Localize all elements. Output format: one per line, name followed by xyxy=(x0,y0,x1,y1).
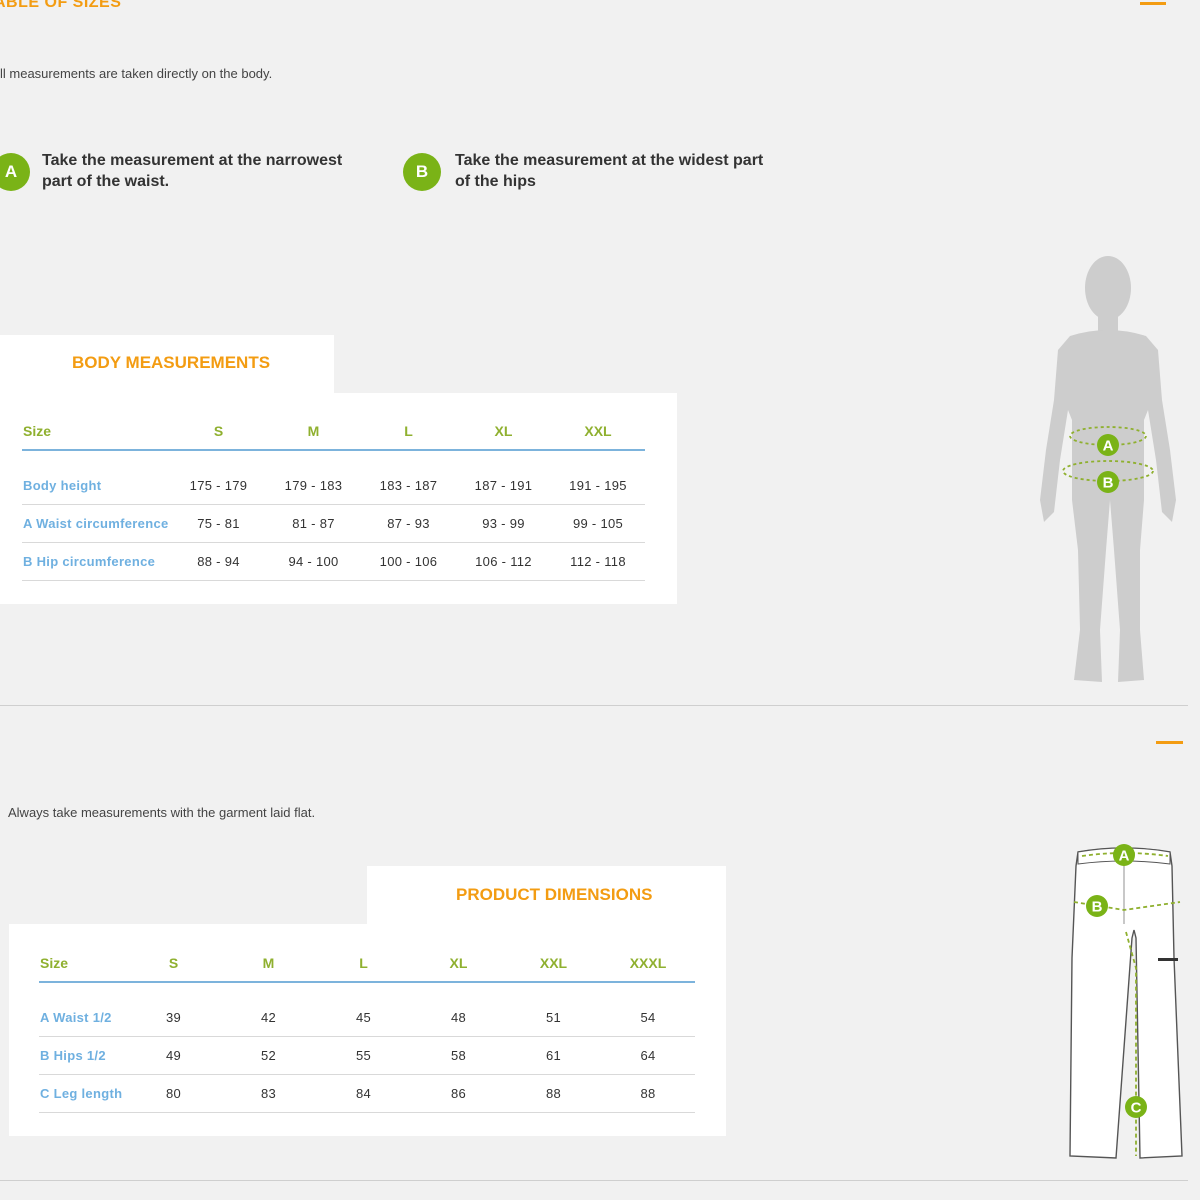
table-cell: 75 - 81 xyxy=(171,504,266,543)
instruction-b-line1: Take the measurement at the widest part xyxy=(455,152,764,169)
table-cell: 61 xyxy=(506,1036,601,1075)
marker-c-label: C xyxy=(1131,1100,1142,1117)
table-cell: 39 xyxy=(126,999,221,1037)
table-cell: 55 xyxy=(316,1036,411,1075)
table-cell: 88 xyxy=(506,1074,601,1113)
instruction-a: Take the measurement at the narrowest pa… xyxy=(42,150,342,192)
table-row: A Waist circumference 75 - 81 81 - 87 87… xyxy=(22,504,645,543)
body-note: ll measurements are taken directly on th… xyxy=(0,66,273,81)
row-label: B Hips 1/2 xyxy=(39,1036,126,1075)
product-note: Always take measurements with the garmen… xyxy=(8,805,316,820)
row-label: A Waist circumference xyxy=(22,504,171,543)
table-cell: 179 - 183 xyxy=(266,467,361,505)
body-size-table: Size S M L XL XXL Body height 175 - 179 … xyxy=(22,413,645,581)
table-cell: 86 xyxy=(411,1074,506,1113)
row-label: A Waist 1/2 xyxy=(39,999,126,1037)
header-xxxl: XXXL xyxy=(601,945,695,983)
table-cell: 99 - 105 xyxy=(551,504,645,543)
marker-b-label: B xyxy=(1092,899,1103,916)
table-cell: 93 - 99 xyxy=(456,504,551,543)
collapse-toggle-icon[interactable] xyxy=(1156,741,1183,744)
pants-figure-illustration: A B C xyxy=(1069,844,1183,1159)
badge-b: B xyxy=(403,153,441,191)
row-label: C Leg length xyxy=(39,1074,126,1113)
table-cell: 42 xyxy=(221,999,316,1037)
section-divider xyxy=(0,705,1188,706)
table-cell: 187 - 191 xyxy=(456,467,551,505)
product-size-table: Size S M L XL XXL XXXL A Waist 1/2 39 42… xyxy=(39,945,695,1113)
section-divider xyxy=(0,1180,1188,1181)
header-l: L xyxy=(361,413,456,451)
header-xl: XL xyxy=(411,945,506,983)
header-size: Size xyxy=(22,413,171,451)
table-cell: 80 xyxy=(126,1074,221,1113)
instruction-a-line1: Take the measurement at the narrowest xyxy=(42,152,343,169)
table-cell: 54 xyxy=(601,999,695,1037)
marker-a-label: A xyxy=(1119,848,1130,865)
table-row: B Hips 1/2 49 52 55 58 61 64 xyxy=(39,1036,695,1075)
table-cell: 112 - 118 xyxy=(551,542,645,581)
table-cell: 175 - 179 xyxy=(171,467,266,505)
table-cell: 81 - 87 xyxy=(266,504,361,543)
header-m: M xyxy=(221,945,316,983)
table-row: Body height 175 - 179 179 - 183 183 - 18… xyxy=(22,467,645,505)
table-cell: 88 - 94 xyxy=(171,542,266,581)
table-cell: 183 - 187 xyxy=(361,467,456,505)
table-cell: 51 xyxy=(506,999,601,1037)
header-size: Size xyxy=(39,945,126,983)
header-xxl: XXL xyxy=(551,413,645,451)
table-cell: 87 - 93 xyxy=(361,504,456,543)
header-s: S xyxy=(171,413,266,451)
instruction-b-line2: of the hips xyxy=(455,173,536,190)
section-title: ABLE OF SIZES xyxy=(0,0,122,11)
table-cell: 88 xyxy=(601,1074,695,1113)
header-l: L xyxy=(316,945,411,983)
body-card-title: BODY MEASUREMENTS xyxy=(72,353,271,372)
header-xxl: XXL xyxy=(506,945,601,983)
marker-b-label: B xyxy=(1103,475,1114,492)
table-row: C Leg length 80 83 84 86 88 88 xyxy=(39,1074,695,1113)
header-s: S xyxy=(126,945,221,983)
table-cell: 45 xyxy=(316,999,411,1037)
table-cell: 191 - 195 xyxy=(551,467,645,505)
table-cell: 84 xyxy=(316,1074,411,1113)
body-figure-illustration: A B xyxy=(1040,256,1176,682)
header-xl: XL xyxy=(456,413,551,451)
instruction-b: Take the measurement at the widest part … xyxy=(455,150,763,192)
table-cell: 106 - 112 xyxy=(456,542,551,581)
table-cell: 58 xyxy=(411,1036,506,1075)
table-cell: 52 xyxy=(221,1036,316,1075)
badge-a: A xyxy=(0,153,30,191)
table-cell: 48 xyxy=(411,999,506,1037)
table-row: A Waist 1/2 39 42 45 48 51 54 xyxy=(39,999,695,1037)
marker-a-label: A xyxy=(1103,438,1114,455)
table-cell: 100 - 106 xyxy=(361,542,456,581)
table-row: B Hip circumference 88 - 94 94 - 100 100… xyxy=(22,542,645,581)
table-cell: 83 xyxy=(221,1074,316,1113)
row-label: Body height xyxy=(22,467,171,505)
table-cell: 64 xyxy=(601,1036,695,1075)
product-card-title: PRODUCT DIMENSIONS xyxy=(456,885,653,904)
table-cell: 94 - 100 xyxy=(266,542,361,581)
table-cell: 49 xyxy=(126,1036,221,1075)
header-m: M xyxy=(266,413,361,451)
instruction-a-line2: part of the waist. xyxy=(42,173,170,190)
collapse-toggle-icon[interactable] xyxy=(1140,2,1166,5)
row-label: B Hip circumference xyxy=(22,542,171,581)
